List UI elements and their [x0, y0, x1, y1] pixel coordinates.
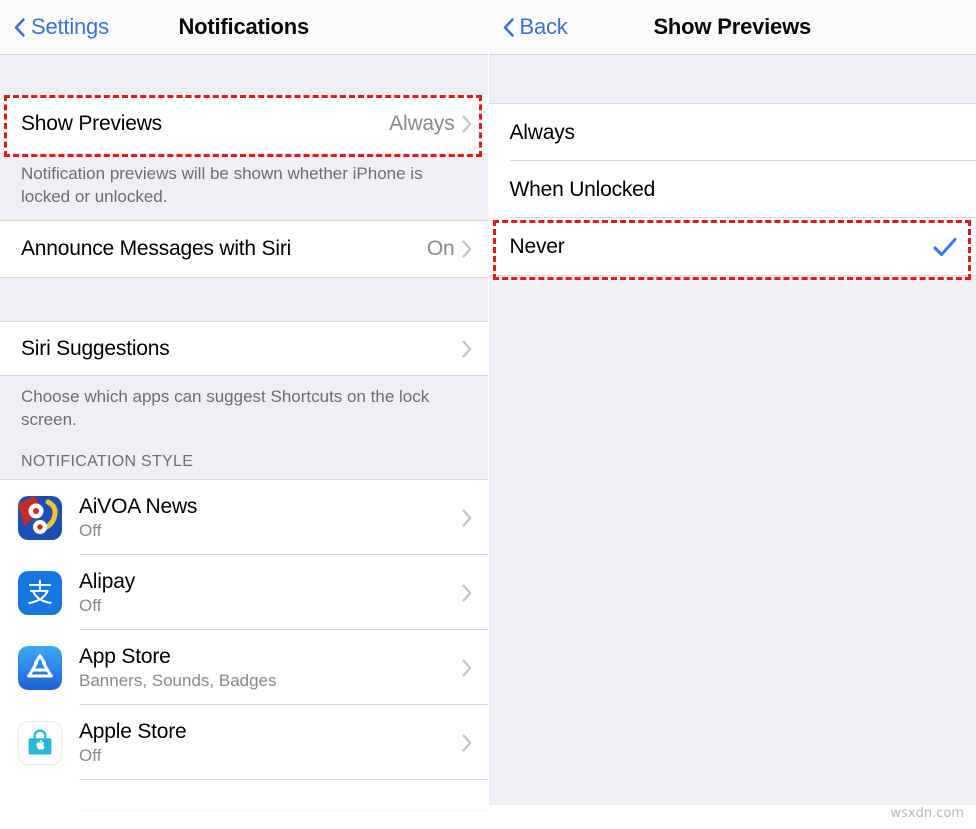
aivoa-news-app-icon: [18, 495, 62, 540]
option-row-never[interactable]: Never: [488, 218, 976, 275]
chevron-left-icon: [503, 17, 514, 37]
app-name: App Store: [79, 644, 171, 668]
row-show-previews-value: Always: [389, 112, 455, 135]
notifications-screen: Settings Notifications Show Previews Alw…: [0, 0, 488, 829]
chevron-right-icon: [461, 583, 473, 603]
left-gap-2: [0, 277, 488, 321]
siri-suggestions-footer: Choose which apps can suggest Shortcuts …: [0, 376, 488, 453]
alipay-app-icon: 支: [18, 570, 62, 615]
chevron-right-icon: [461, 114, 473, 134]
app-status: Off: [79, 595, 102, 615]
row-announce-messages-value: On: [426, 237, 455, 260]
option-label: When Unlocked: [509, 177, 656, 201]
app-row-texts: Alipay Off: [79, 569, 135, 617]
app-status: Off: [79, 520, 102, 540]
app-row-texts: AiVOA News Off: [79, 494, 197, 542]
chevron-right-icon: [461, 508, 473, 528]
apple-store-app-icon: [18, 720, 62, 765]
notification-style-app-list: AiVOA News Off 支 Alipay Off App Store Ba…: [0, 479, 488, 780]
app-name: Apple Store: [79, 719, 187, 743]
show-previews-footer: Notification previews will be shown whet…: [0, 153, 488, 220]
svg-text:支: 支: [27, 579, 53, 609]
notification-style-section-header: NOTIFICATION STYLE: [0, 453, 488, 479]
app-row-alipay[interactable]: 支 Alipay Off: [0, 555, 488, 630]
right-gap-2: [488, 275, 976, 805]
checkmark-icon: [932, 234, 958, 260]
right-navbar: Back Show Previews: [488, 0, 976, 55]
app-row-texts: Apple Store Off: [79, 719, 187, 767]
app-row-aivoa-news[interactable]: AiVOA News Off: [0, 480, 488, 555]
siri-suggestions-group: Siri Suggestions: [0, 321, 488, 376]
row-siri-suggestions-label: Siri Suggestions: [21, 336, 170, 360]
left-gap-1: [0, 55, 488, 95]
option-row-always[interactable]: Always: [488, 104, 976, 161]
chevron-right-icon: [461, 339, 473, 359]
app-row-app-store[interactable]: App Store Banners, Sounds, Badges: [0, 630, 488, 705]
app-row-apple-store[interactable]: Apple Store Off: [0, 705, 488, 780]
row-announce-messages-label: Announce Messages with Siri: [21, 237, 292, 260]
screenshot-pair: Settings Notifications Show Previews Alw…: [0, 0, 976, 829]
back-button-label: Settings: [31, 14, 109, 39]
app-name: AiVOA News: [79, 494, 198, 518]
back-to-settings-button[interactable]: Settings: [14, 14, 109, 40]
scroll-fade-mask: [0, 799, 488, 829]
option-row-when-unlocked[interactable]: When Unlocked: [488, 161, 976, 218]
show-previews-group: Show Previews Always: [0, 95, 488, 153]
chevron-right-icon: [461, 239, 473, 259]
row-show-previews-label: Show Previews: [21, 112, 162, 135]
app-status: Off: [79, 745, 102, 765]
option-label: Always: [509, 120, 576, 144]
chevron-right-icon: [461, 733, 473, 753]
row-announce-messages[interactable]: Announce Messages with Siri On: [0, 220, 488, 277]
app-row-texts: App Store Banners, Sounds, Badges: [79, 644, 277, 692]
row-show-previews[interactable]: Show Previews Always: [0, 95, 488, 153]
chevron-left-icon: [14, 17, 25, 37]
back-button-label: Back: [519, 14, 568, 39]
announce-messages-group: Announce Messages with Siri On: [0, 220, 488, 277]
row-separator: [79, 779, 488, 780]
back-button[interactable]: Back: [503, 14, 568, 40]
option-label: Never: [509, 234, 565, 258]
chevron-right-icon: [461, 658, 473, 678]
app-status: Banners, Sounds, Badges: [79, 670, 277, 690]
show-previews-options-group: Always When Unlocked Never: [488, 103, 976, 275]
row-siri-suggestions[interactable]: Siri Suggestions: [0, 321, 488, 376]
watermark: wsxdn.com: [890, 806, 965, 821]
show-previews-screen: Back Show Previews Always When Unlocked …: [487, 0, 976, 829]
right-gap-1: [488, 55, 976, 103]
left-navbar: Settings Notifications: [0, 0, 488, 55]
app-store-app-icon: [18, 645, 62, 690]
app-name: Alipay: [79, 569, 135, 593]
